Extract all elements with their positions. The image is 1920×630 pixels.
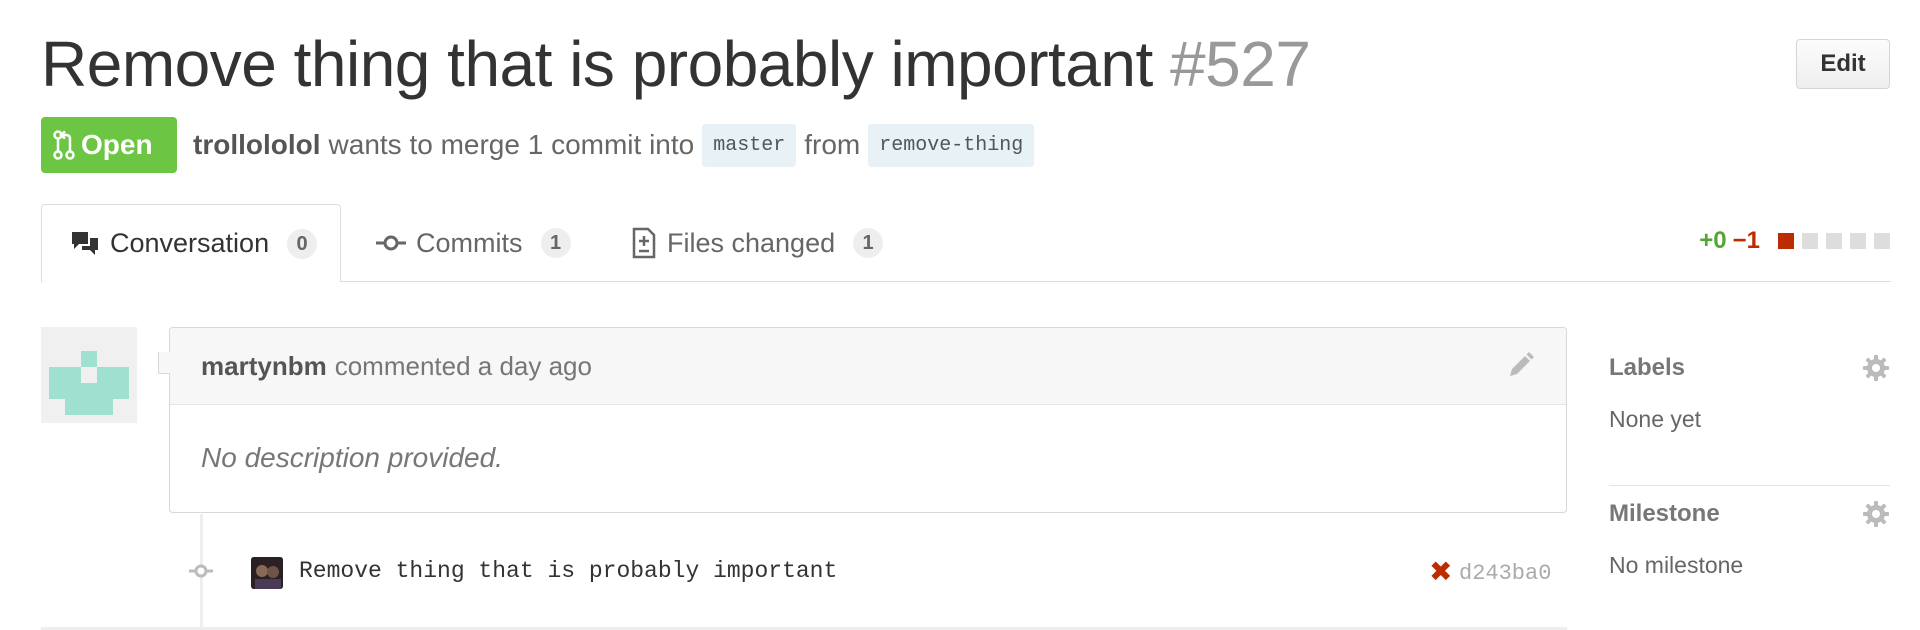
- pr-author[interactable]: trollololol: [193, 129, 321, 161]
- pencil-icon[interactable]: [1504, 350, 1536, 382]
- tab-files-changed-label: Files changed: [667, 227, 836, 258]
- tab-files-changed-count: 1: [853, 228, 884, 258]
- diffstat: +0 −1: [1699, 227, 1890, 255]
- milestone-value: No milestone: [1609, 552, 1744, 578]
- merge-text: wants to merge 1 commit into: [328, 129, 695, 160]
- pr-title: Remove thing that is probably important …: [41, 26, 1311, 102]
- from-text: from: [804, 129, 861, 160]
- diffstat-block-neutral: [1802, 233, 1818, 249]
- tab-files-changed[interactable]: Files changed 1: [631, 204, 884, 282]
- x-icon[interactable]: ✖: [1429, 558, 1452, 586]
- diffstat-deletions: −1: [1732, 227, 1760, 254]
- pr-title-text: Remove thing that is probably important: [41, 28, 1153, 100]
- comment-header: martynbm commented a day ago: [170, 328, 1566, 405]
- pr-number: #527: [1170, 28, 1311, 100]
- author-avatar[interactable]: [41, 327, 137, 423]
- comment-timestamp: commented a day ago: [334, 350, 592, 381]
- milestone-heading: Milestone: [1609, 500, 1720, 527]
- commit-sha[interactable]: d243ba0: [1459, 561, 1551, 586]
- tab-bar: Conversation 0 Commits 1 Files changed 1: [41, 204, 1891, 283]
- tab-conversation-count: 0: [287, 228, 318, 259]
- comment-body: No description provided.: [201, 442, 503, 473]
- diffstat-additions: +0: [1699, 227, 1727, 254]
- state-label: Open: [81, 129, 153, 160]
- sidebar: Labels None yet Milestone No milestone: [1609, 340, 1890, 630]
- edit-button[interactable]: Edit: [1796, 39, 1890, 89]
- gear-icon[interactable]: [1862, 354, 1890, 382]
- comment-author[interactable]: martynbm: [201, 351, 327, 382]
- git-commit-icon: [189, 564, 213, 578]
- comment-discussion-icon: [72, 231, 98, 255]
- diffstat-block-neutral: [1874, 233, 1890, 249]
- diff-icon: [632, 227, 656, 259]
- gear-icon[interactable]: [1862, 500, 1890, 528]
- sidebar-milestone: Milestone No milestone: [1609, 486, 1890, 630]
- labels-value: None yet: [1609, 406, 1702, 432]
- tab-commits-count: 1: [540, 228, 571, 258]
- tab-commits[interactable]: Commits 1: [376, 204, 571, 282]
- identicon: [41, 327, 137, 423]
- commit-message[interactable]: Remove thing that is probably important: [299, 558, 837, 584]
- tab-conversation[interactable]: Conversation 0: [41, 204, 341, 283]
- tab-conversation-label: Conversation: [110, 228, 270, 258]
- base-branch[interactable]: master: [702, 123, 797, 167]
- tab-commits-label: Commits: [416, 227, 523, 258]
- commit-author-avatar[interactable]: [251, 557, 283, 589]
- state-badge: Open: [41, 117, 177, 173]
- sidebar-labels: Labels None yet: [1609, 340, 1890, 486]
- diffstat-block-neutral: [1826, 233, 1842, 249]
- comment-box: martynbm commented a day ago No descript…: [158, 327, 1567, 513]
- labels-heading: Labels: [1609, 354, 1686, 381]
- diffstat-block-neutral: [1850, 233, 1866, 249]
- diffstat-block-deleted: [1778, 233, 1794, 249]
- avatar-photo: [251, 557, 283, 589]
- git-commit-icon: [376, 235, 406, 251]
- git-pull-request-icon: [53, 130, 75, 160]
- head-branch[interactable]: remove-thing: [868, 123, 1035, 167]
- pr-meta: trollololol wants to merge 1 commit into…: [193, 117, 1042, 173]
